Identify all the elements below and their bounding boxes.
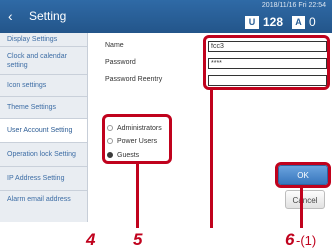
sidebar-item-label: IP Address Setting [7,175,65,182]
sidebar-item-label: Alarm email address [7,196,71,203]
callout-line-6 [300,188,303,228]
callout-number-5: 5 [133,230,143,249]
sidebar-item-label: Theme Settings [7,104,57,111]
datetime-display: 2018/11/16 Fri 22:54 [261,2,326,9]
setting-screen: ‹ Setting 2018/11/16 Fri 22:54 U 128 A 0… [0,0,332,222]
sidebar-item-label: Operation lock Setting [7,151,76,158]
sidebar-item-clock-calendar[interactable]: Clock and calendar setting [0,47,87,75]
sidebar-item-user-account[interactable]: User Account Setting [0,119,87,143]
callout-line-4 [210,90,213,228]
alert-count: 0 [309,15,316,29]
page-title: Setting [29,9,67,23]
password-reentry-label: Password Reentry [105,76,163,83]
header-bar: ‹ Setting 2018/11/16 Fri 22:54 U 128 A 0 [0,0,332,33]
sidebar-item-label: Clock and calendar setting [7,52,67,69]
user-count-icon: U [245,16,259,29]
sidebar-item-label: User Account Setting [7,127,73,134]
sidebar-item-ip-address[interactable]: IP Address Setting [0,167,87,191]
callout-box-4 [203,35,330,90]
sidebar-item-icon-settings[interactable]: Icon settings [0,75,87,97]
name-label: Name [105,42,124,49]
cancel-button[interactable]: Cancel [285,190,325,209]
sidebar-item-theme-settings[interactable]: Theme Settings [0,97,87,119]
sidebar-item-label: Icon settings [7,82,47,89]
settings-sidebar: Display Settings Clock and calendar sett… [0,33,88,222]
sidebar-item-alarm-email[interactable]: Alarm email address [0,191,87,222]
sidebar-item-display-settings[interactable]: Display Settings [0,33,87,47]
sidebar-item-operation-lock[interactable]: Operation lock Setting [0,143,87,167]
callout-number-4: 4 [86,230,96,249]
alert-icon: A [292,16,305,29]
user-count: 128 [263,15,284,29]
callout-line-5 [136,164,139,228]
sidebar-item-label: Display Settings [7,36,58,43]
back-icon[interactable]: ‹ [8,9,20,24]
callout-number-6: 6 [285,230,295,249]
callout-box-5 [102,114,172,164]
password-label: Password [105,59,136,66]
callout-box-6 [275,162,331,188]
callout-number-6-sub: -(1) [296,233,317,248]
